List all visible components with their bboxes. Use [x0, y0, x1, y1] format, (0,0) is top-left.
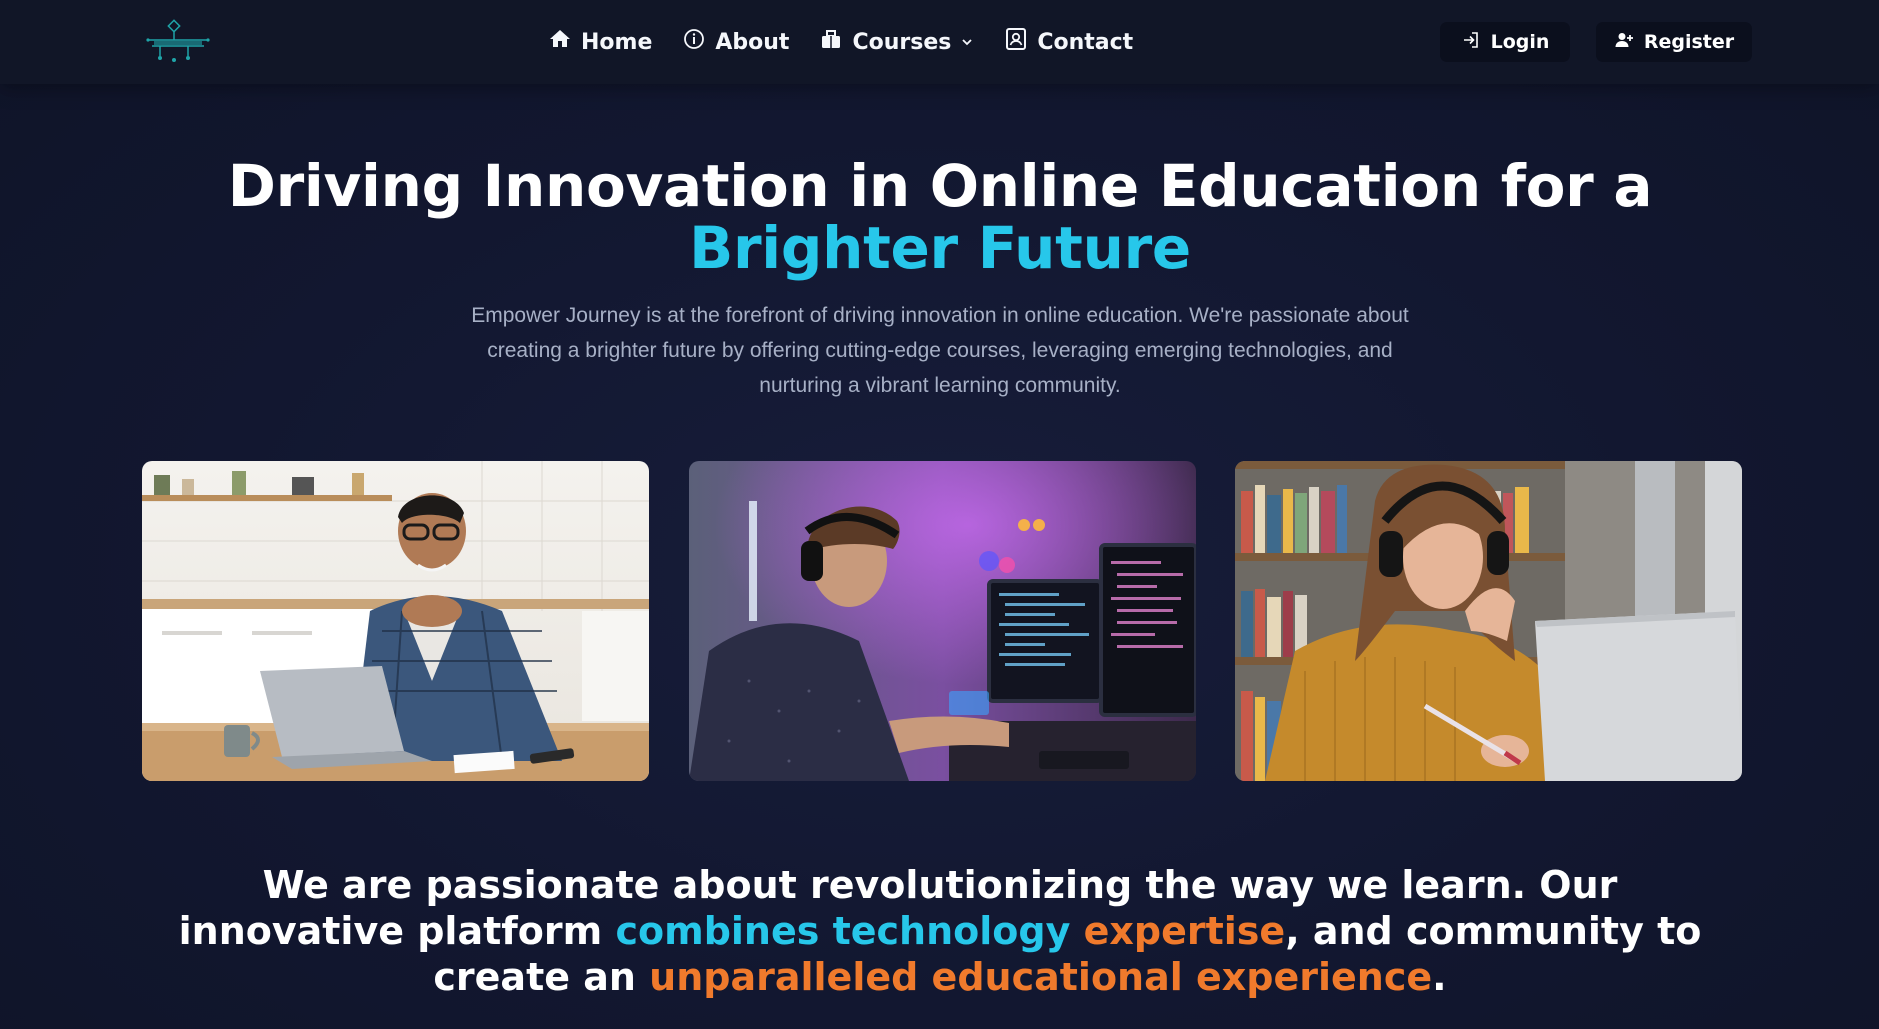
contact-icon — [1004, 27, 1028, 57]
login-icon — [1461, 30, 1481, 55]
login-button[interactable]: Login — [1440, 22, 1570, 62]
hero-title-main: Driving Innovation in Online Education f… — [227, 152, 1653, 220]
image-card-student — [1235, 461, 1742, 781]
statement-highlight-orange-2: unparalleled educational experience — [649, 955, 1433, 999]
student-studying-photo — [1235, 461, 1742, 781]
chevron-down-icon[interactable] — [960, 30, 974, 55]
developer-coding-photo — [689, 461, 1196, 781]
login-label: Login — [1490, 31, 1550, 53]
site-logo[interactable] — [142, 18, 214, 64]
courses-icon — [819, 27, 843, 57]
image-card-man-laptop — [142, 461, 649, 781]
add-user-icon — [1614, 30, 1634, 55]
nav-about[interactable]: About — [682, 27, 789, 57]
nav-contact-label: Contact — [1037, 29, 1134, 55]
image-card-developer — [689, 461, 1196, 781]
navbar: Home About Courses Contact Login Registe… — [0, 0, 1879, 84]
home-icon — [548, 27, 572, 57]
hero-subtitle: Empower Journey is at the forefront of d… — [471, 304, 1409, 397]
mission-statement: We are passionate about revolutionizing … — [150, 862, 1730, 1000]
statement-highlight-orange-1: expertise — [1070, 909, 1286, 953]
hero-title-accent: Brighter Future — [689, 214, 1191, 282]
nav-about-label: About — [715, 29, 790, 55]
info-icon — [682, 27, 706, 57]
nav-courses[interactable]: Courses — [819, 27, 974, 57]
statement-part6: . — [1432, 955, 1447, 999]
nav-home-label: Home — [581, 29, 653, 55]
nav-courses-label: Courses — [852, 29, 952, 55]
hero-title: Driving Innovation in Online Education f… — [120, 155, 1760, 279]
nav-links: Home About Courses Contact — [548, 0, 1133, 84]
logo-icon — [146, 19, 210, 62]
statement-highlight-cyan: combines technology — [615, 909, 1071, 953]
nav-home[interactable]: Home — [548, 27, 652, 57]
register-label: Register — [1643, 31, 1735, 53]
register-button[interactable]: Register — [1596, 22, 1752, 62]
nav-contact[interactable]: Contact — [1004, 27, 1133, 57]
man-with-laptop-photo — [142, 461, 649, 781]
